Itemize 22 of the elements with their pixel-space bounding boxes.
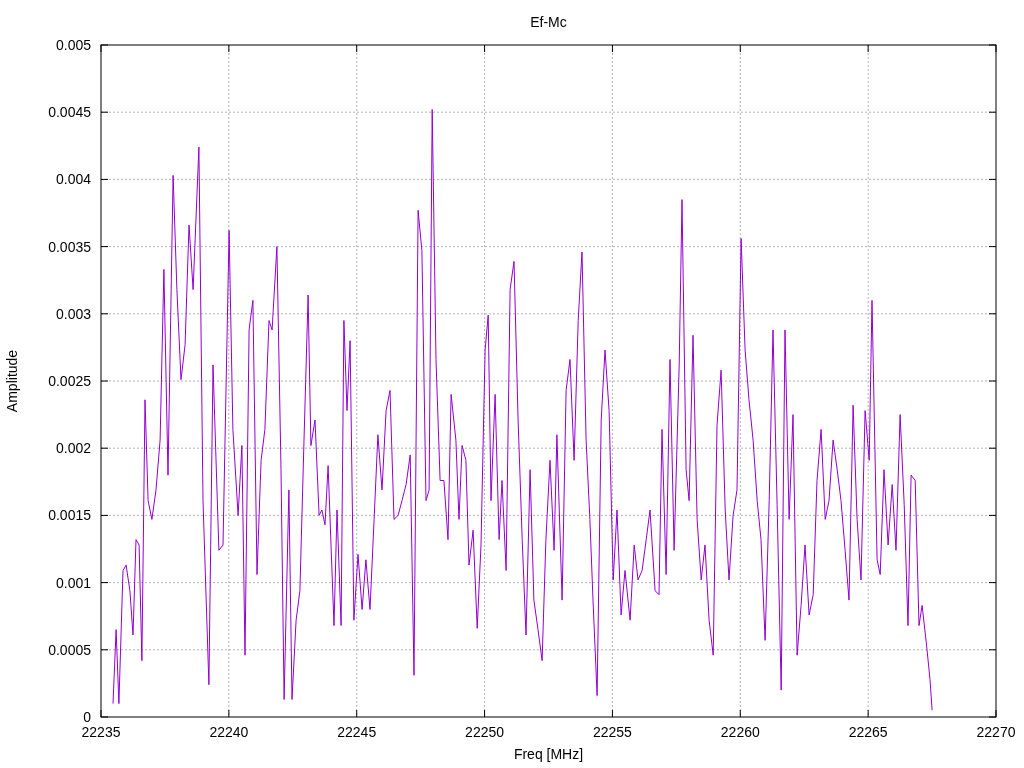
axis-label: Freq [MHz] [513,746,584,762]
tick-label: 22250 [465,724,505,740]
tick-label: 0.002 [55,440,91,457]
tick-label: 0.005 [55,37,91,53]
tick-label: 0.0045 [48,104,91,121]
tick-label: 22245 [337,724,377,740]
tick-label: 22235 [81,724,121,740]
tick-label: 22265 [848,724,888,740]
tick-label: 22270 [976,724,1016,740]
tick-label: 0.001 [55,574,91,591]
tick-label: 0.0015 [48,507,91,524]
tick-label: 22260 [720,724,760,740]
tick-label: 0.0025 [48,373,91,389]
axis-label: Amplitude [4,349,20,413]
tick-label: 0.003 [55,305,91,322]
tick-label: 0.0035 [48,238,91,255]
tick-label: 22255 [592,724,632,740]
tick-label: 0 [83,709,91,725]
tick-label: 0.004 [55,171,91,188]
tick-label: 22240 [209,724,249,740]
tick-label: 0.0005 [48,641,91,658]
chart-title: Ef-Mc [530,14,567,30]
